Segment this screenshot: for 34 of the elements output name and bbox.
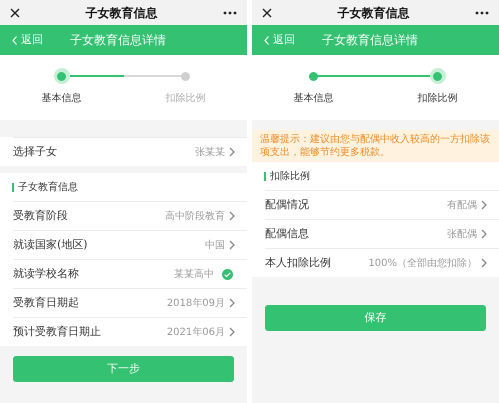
list-row[interactable]: 就读国家(地区) 中国 (13, 230, 247, 259)
list-row[interactable]: 配偶信息 张配偶 (265, 219, 499, 248)
chevron-right-icon (229, 211, 235, 221)
chevron-right-icon (481, 200, 487, 210)
check-circle-icon (222, 268, 233, 280)
chevron-right-icon (229, 298, 235, 308)
step-label: 基本信息 (294, 92, 334, 106)
notice-text: 温馨提示：建议由您与配偶中收入较高的一方扣除该项支出，能够节约更多税款。 (252, 130, 499, 162)
list-row[interactable]: 受教育阶段 高中阶段教育 (13, 201, 247, 230)
list-row[interactable]: 本人扣除比例 100%（全部由您扣除） (265, 248, 499, 277)
section-title: 扣除比例 (270, 170, 310, 184)
section-title: 子女教育信息 (18, 180, 78, 194)
step-label: 扣除比例 (418, 92, 458, 106)
chevron-right-icon (481, 258, 487, 268)
more-icon[interactable] (223, 10, 237, 14)
chevron-right-icon (229, 240, 235, 250)
step-label: 扣除比例 (166, 92, 206, 106)
page-title: 子女教育信息详情 (322, 32, 418, 49)
chevron-right-icon (229, 327, 235, 337)
back-icon (264, 36, 269, 44)
close-icon[interactable] (262, 8, 272, 18)
page-title: 子女教育信息详情 (70, 32, 166, 49)
list-row[interactable]: 受教育日期起 2018年09月 (13, 288, 247, 317)
list-row[interactable]: 就读学校名称 某某高中 (13, 259, 247, 288)
window-title: 子女教育信息 (86, 4, 158, 22)
chevron-right-icon (481, 229, 487, 239)
list-row[interactable]: 配偶情况 有配偶 (265, 190, 499, 219)
window-title: 子女教育信息 (338, 4, 410, 22)
back-icon (12, 36, 17, 44)
step-label: 基本信息 (42, 92, 82, 106)
close-icon[interactable] (10, 8, 20, 18)
list-row[interactable]: 预计受教育日期止 2021年06月 (13, 317, 247, 346)
chevron-right-icon (229, 147, 235, 157)
more-icon[interactable] (475, 10, 489, 14)
